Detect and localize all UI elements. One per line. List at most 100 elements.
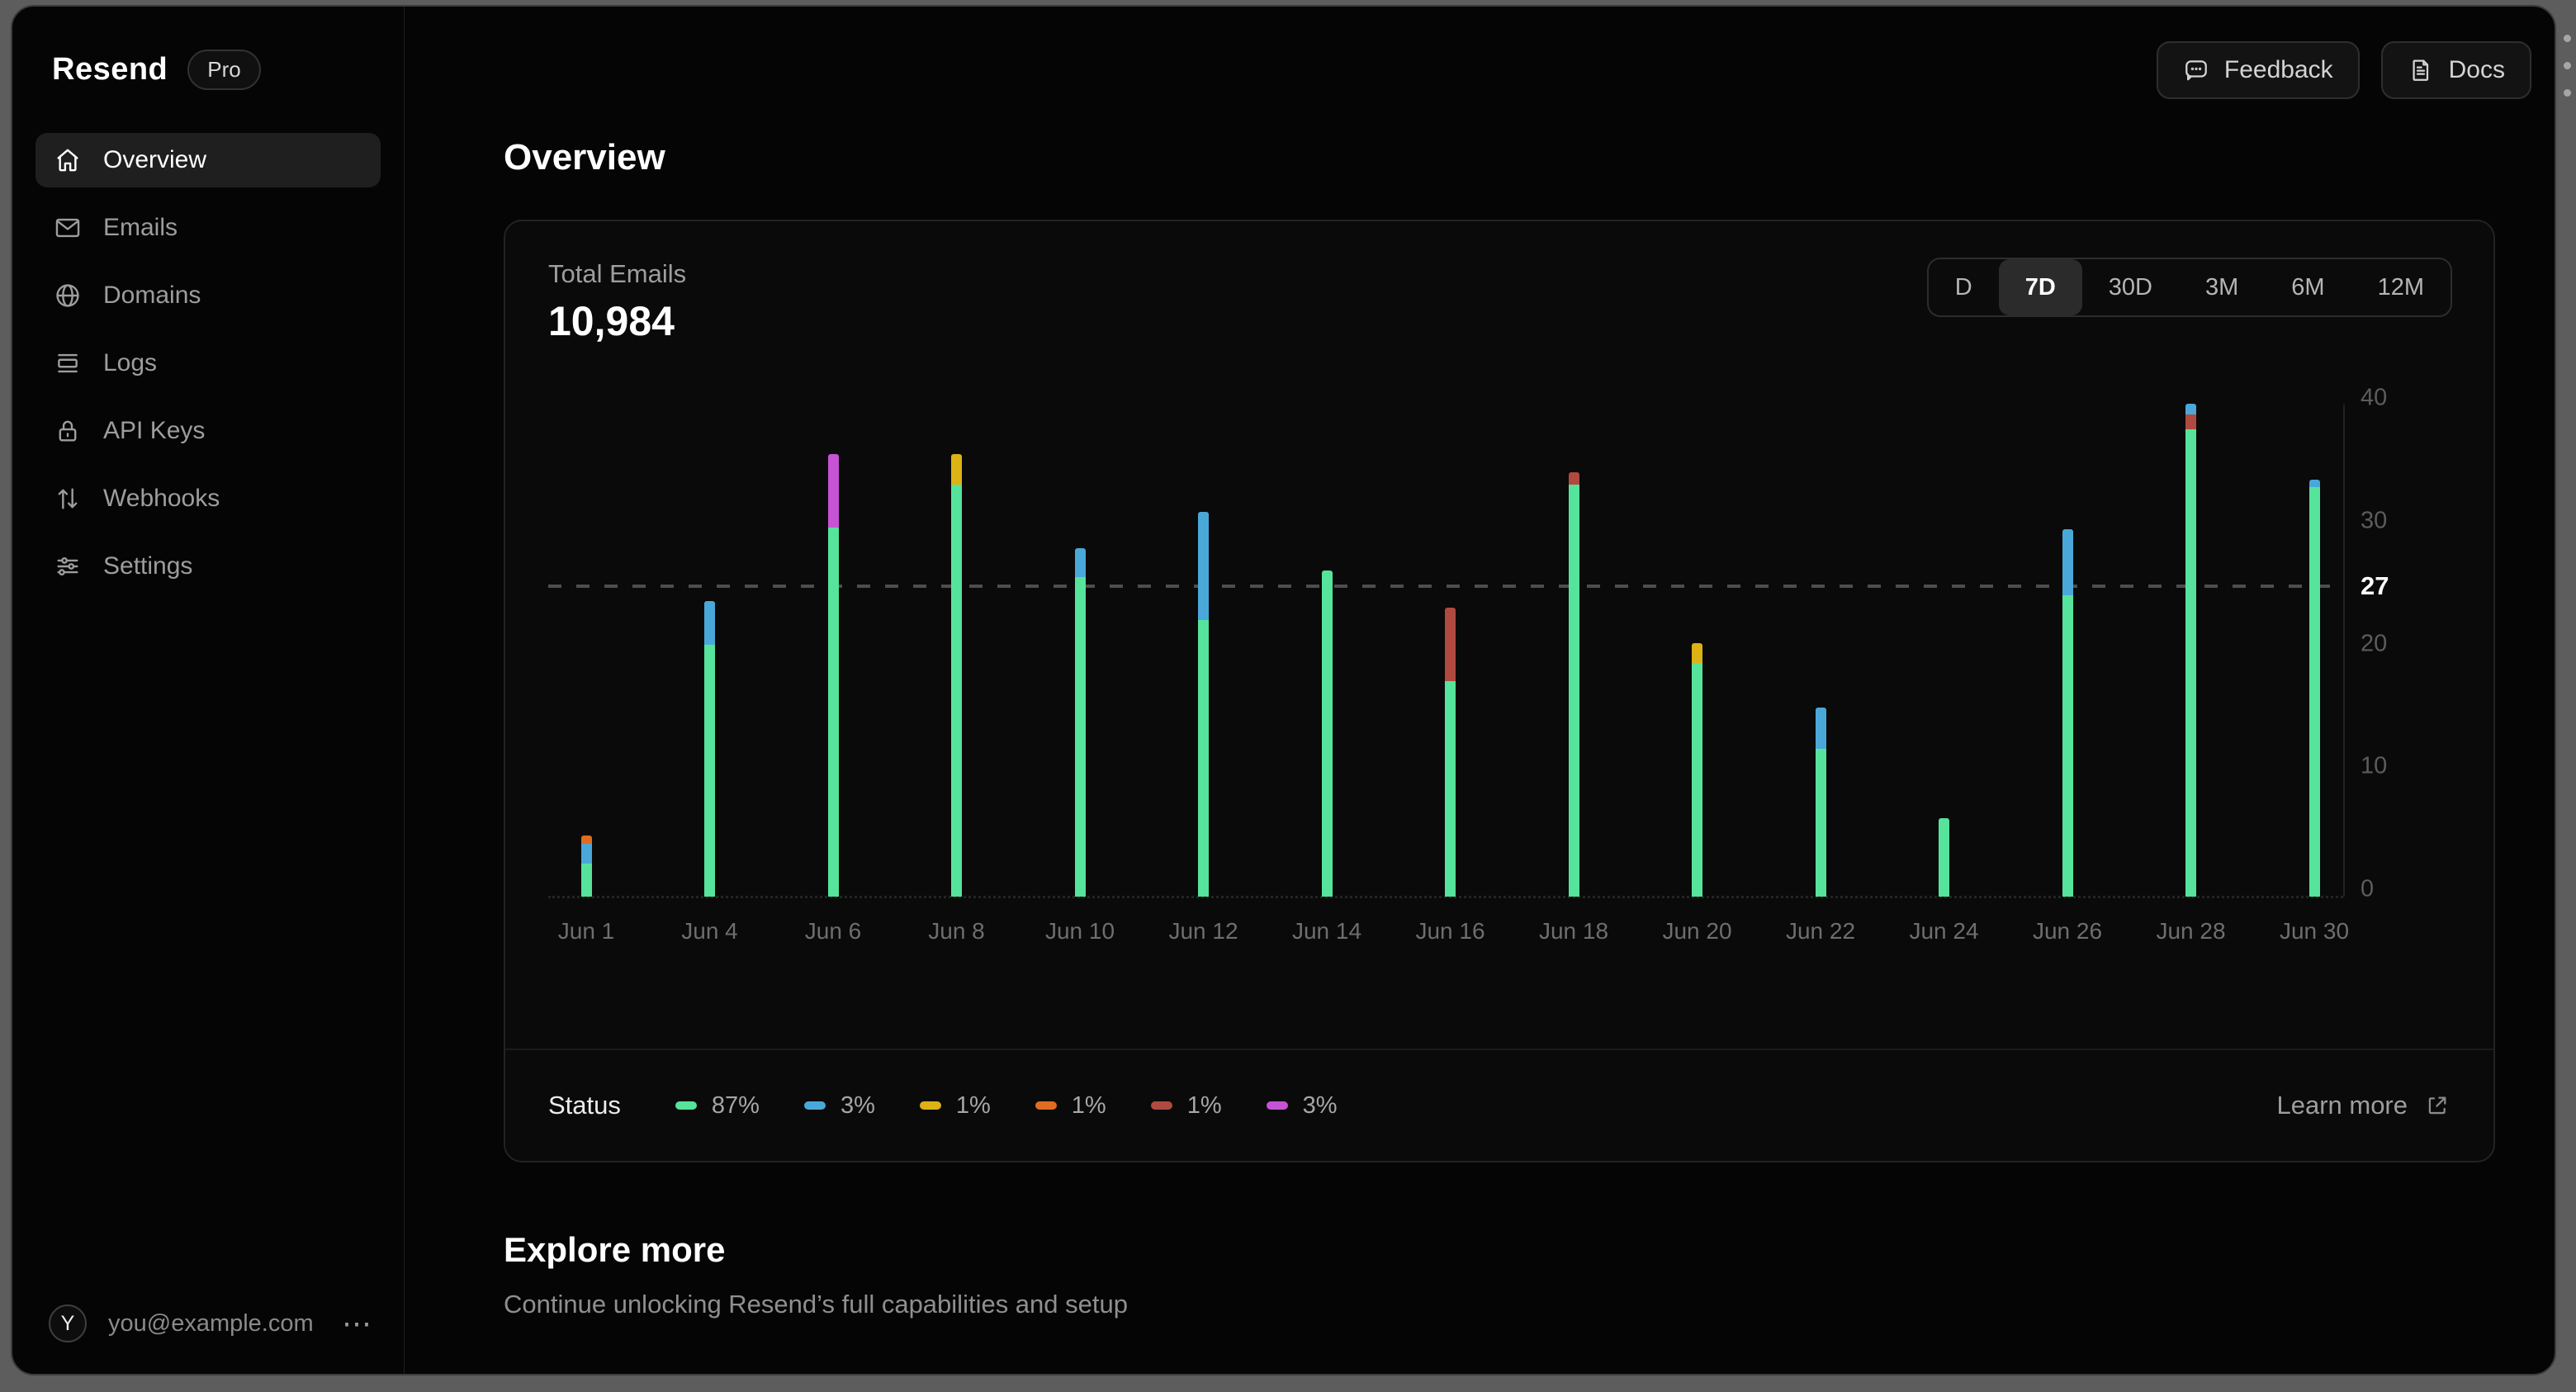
legend-swatch-magenta <box>1266 1101 1288 1110</box>
legend-item-yellow: 1% <box>919 1092 991 1120</box>
sidebar-item-domains[interactable]: Domains <box>36 268 381 323</box>
legend-item-red: 1% <box>1150 1091 1222 1120</box>
user-menu-ellipsis-icon[interactable]: ⋯ <box>342 1309 374 1338</box>
learn-more-link[interactable]: Learn more <box>2276 1091 2451 1120</box>
range-7d[interactable]: 7D <box>1998 259 2082 315</box>
legend-swatch-yellow <box>919 1101 941 1110</box>
metric-value: 10,984 <box>548 298 675 344</box>
resend-logo: Resend <box>52 52 168 87</box>
bar-jun-24 <box>1939 817 1949 897</box>
bar-segment-orange <box>580 835 592 844</box>
marker-dashed-line <box>548 585 2345 588</box>
logo-row: Resend Pro <box>12 7 404 90</box>
x-axis-label: Jun 16 <box>1415 918 1485 944</box>
sidebar-item-overview[interactable]: Overview <box>36 133 381 187</box>
main-content: Feedback Docs Overview Total Emails 10,9… <box>405 7 2555 1374</box>
x-axis-label: Jun 20 <box>1662 918 1732 944</box>
time-range-selector: D 7D 30D 3M 6M 12M <box>1926 258 2452 317</box>
page-title: Overview <box>504 137 665 178</box>
legend-item-orange: 1% <box>1035 1092 1106 1120</box>
bar-segment-red <box>1568 471 1579 485</box>
status-legend: 87% 3% 1% 1% 1% 3% <box>675 1092 1338 1120</box>
marker-value-label: 27 <box>2361 571 2389 600</box>
feedback-label: Feedback <box>2223 56 2333 83</box>
feedback-button[interactable]: Feedback <box>2156 41 2360 99</box>
legend-swatch-blue <box>803 1101 826 1110</box>
legend-swatch-red <box>1150 1101 1172 1110</box>
docs-label: Docs <box>2448 56 2505 83</box>
lock-icon <box>59 420 77 442</box>
user-email: you@example.com <box>108 1309 314 1337</box>
legend-swatch-orange <box>1035 1101 1057 1110</box>
bar-segment-green <box>580 863 592 897</box>
legend-percent: 1% <box>1186 1091 1222 1119</box>
bar-jun-1 <box>580 835 592 897</box>
bar-segment-blue <box>1198 511 1209 620</box>
sidebar-item-logs[interactable]: Logs <box>36 336 381 391</box>
bar-segment-green <box>951 484 962 897</box>
bar-segment-green <box>1568 484 1579 897</box>
range-6m[interactable]: 6M <box>2265 259 2351 315</box>
bar-jun-20 <box>1692 643 1702 897</box>
app-window: Resend Pro Overview Emails Domains Logs API … <box>11 5 2556 1375</box>
bar-segment-yellow <box>1692 643 1702 663</box>
bar-jun-22 <box>1815 707 1826 897</box>
y-axis-label: 30 <box>2361 507 2388 534</box>
scrollbar[interactable] <box>2564 35 2571 97</box>
bar-segment-yellow <box>951 453 962 485</box>
bar-segment-blue <box>704 601 715 645</box>
legend-percent: 3% <box>1302 1091 1338 1119</box>
sidebar-item-settings[interactable]: Settings <box>36 539 381 594</box>
legend-percent: 87% <box>711 1091 760 1119</box>
bar-jun-4 <box>704 601 715 897</box>
bar-segment-green <box>1445 681 1456 897</box>
x-axis-label: Jun 6 <box>804 918 862 944</box>
x-axis-label: Jun 30 <box>2279 918 2350 944</box>
sidebar-item-label: Settings <box>103 552 193 580</box>
bar-jun-8 <box>951 453 962 897</box>
user-row[interactable]: Y you@example.com ⋯ <box>49 1304 374 1342</box>
feedback-bubble-icon <box>2185 60 2207 81</box>
x-axis-label: Jun 22 <box>1785 918 1856 944</box>
sidebar-item-webhooks[interactable]: Webhooks <box>36 471 381 526</box>
bar-jun-6 <box>827 453 839 897</box>
total-emails-card: Total Emails 10,984 D 7D 30D 3M 6M 12M Status… <box>504 220 2495 1162</box>
bar-segment-blue <box>580 843 592 864</box>
bar-segment-green <box>1321 571 1333 897</box>
range-d[interactable]: D <box>1929 259 1999 315</box>
bar-segment-red <box>2185 414 2196 429</box>
docs-button[interactable]: Docs <box>2380 41 2531 99</box>
sidebar-item-label: Overview <box>103 146 207 173</box>
bar-segment-blue <box>1074 548 1086 577</box>
pro-badge: Pro <box>187 50 261 90</box>
bar-jun-26 <box>2062 528 2073 897</box>
x-axis-label: Jun 24 <box>1909 918 1979 944</box>
x-axis-label: Jun 28 <box>2156 918 2226 944</box>
sidebar: Resend Pro Overview Emails Domains Logs API … <box>12 7 405 1374</box>
y-axis-label: 20 <box>2361 630 2388 656</box>
metric-label: Total Emails <box>548 259 687 288</box>
x-axis-label: Jun 4 <box>681 918 738 944</box>
legend-item-magenta: 3% <box>1266 1091 1338 1120</box>
y-axis-label: 0 <box>2361 875 2375 902</box>
bar-segment-green <box>2308 486 2320 897</box>
x-axis-label: Jun 12 <box>1168 918 1238 944</box>
document-icon <box>2413 59 2428 81</box>
avatar: Y <box>49 1304 87 1342</box>
range-30d[interactable]: 30D <box>2082 259 2179 315</box>
x-axis-label: Jun 26 <box>2032 918 2103 944</box>
bar-segment-magenta <box>827 453 839 528</box>
status-row: Status 87% 3% 1% 1% 1% 3% Learn more <box>548 1049 2451 1162</box>
bar-jun-14 <box>1321 571 1333 897</box>
bar-segment-blue <box>1815 707 1826 750</box>
bar-jun-10 <box>1074 548 1086 897</box>
bar-segment-green <box>2185 428 2196 897</box>
sidebar-item-emails[interactable]: Emails <box>36 201 381 255</box>
external-link-icon <box>2428 1096 2446 1115</box>
range-3m[interactable]: 3M <box>2179 259 2265 315</box>
home-icon <box>57 149 78 172</box>
range-12m[interactable]: 12M <box>2351 259 2451 315</box>
x-axis-label: Jun 14 <box>1291 918 1362 944</box>
bar-segment-green <box>1939 817 1949 897</box>
sidebar-item-api-keys[interactable]: API Keys <box>36 404 381 458</box>
